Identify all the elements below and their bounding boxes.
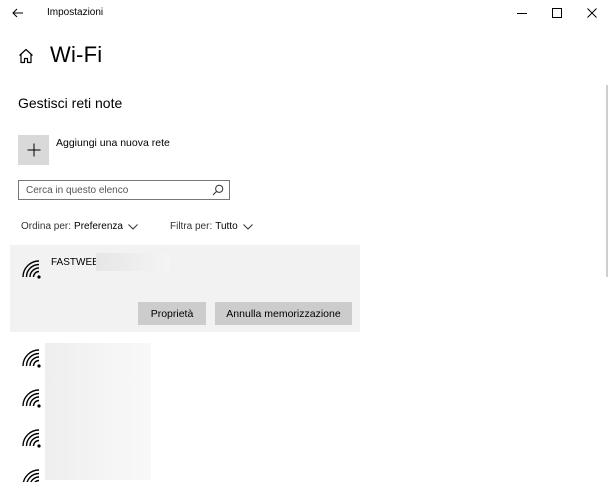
chevron-down-icon [242,223,253,230]
title-bar: Impostazioni [0,0,610,26]
filter-label: Filtra per: [170,221,213,232]
wifi-icon [22,349,41,368]
page-title: Wi-Fi [50,42,103,67]
wifi-icon [22,389,41,408]
wifi-icon [22,429,41,448]
home-button[interactable] [17,47,35,65]
close-icon [587,8,597,18]
search-icon[interactable] [212,184,224,196]
search-input[interactable] [26,183,206,197]
network-name: FASTWEB [51,257,99,268]
add-network-label[interactable]: Aggiungi una nuova rete [56,137,170,149]
minimize-icon [517,13,527,14]
minimize-button[interactable] [504,2,540,24]
home-icon [19,48,33,64]
filter-value: Tutto [215,221,238,232]
back-button[interactable] [8,4,28,22]
wifi-icon [22,469,40,482]
redacted-network-name [96,253,170,271]
search-box[interactable] [18,180,230,200]
sort-label: Ordina per: [21,221,72,232]
chevron-down-icon [128,223,138,230]
add-network-button[interactable] [18,135,49,165]
section-title: Gestisci reti note [18,95,123,111]
forget-button[interactable]: Annulla memorizzazione [215,302,352,325]
properties-button[interactable]: Proprietà [138,302,206,325]
sort-dropdown[interactable]: Ordina per: Preferenza [21,221,138,232]
close-button[interactable] [574,2,610,24]
window-title: Impostazioni [47,7,104,18]
maximize-button[interactable] [539,2,575,24]
network-item-selected[interactable]: FASTWEB Proprietà Annulla memorizzazione [10,245,360,332]
sort-value: Preferenza [74,221,123,232]
wifi-icon [22,260,41,279]
redacted-network-names [45,343,151,480]
back-arrow-icon [12,8,23,18]
maximize-icon [552,8,562,18]
plus-icon [27,143,40,157]
scrollbar[interactable] [606,85,608,277]
filter-dropdown[interactable]: Filtra per: Tutto [170,221,253,232]
